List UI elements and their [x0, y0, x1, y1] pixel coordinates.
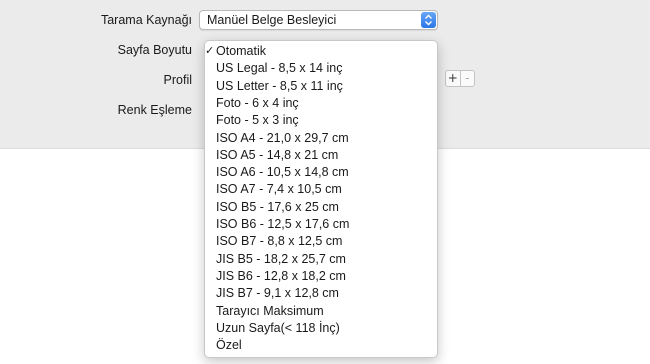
profile-stepper: + - — [445, 70, 475, 87]
page-size-menu-item[interactable]: ISO A4 - 21,0 x 29,7 cm — [205, 130, 437, 147]
page-size-menu-item[interactable]: Uzun Sayfa(< 118 İnç) — [205, 320, 437, 337]
menu-item-label: Tarayıcı Maksimum — [216, 303, 324, 318]
menu-item-label: JIS B5 - 18,2 x 25,7 cm — [216, 251, 346, 266]
menu-item-label: Özel — [216, 338, 242, 353]
source-label: Tarama Kaynağı — [100, 13, 192, 27]
menu-item-label: Uzun Sayfa(< 118 İnç) — [216, 320, 340, 335]
color-match-label: Renk Eşleme — [117, 103, 192, 117]
page-size-menu-item[interactable]: Tarayıcı Maksimum — [205, 303, 437, 320]
source-popup-button[interactable]: Manüel Belge Besleyici — [199, 10, 438, 30]
menu-item-label: Foto - 5 x 3 inç — [216, 113, 299, 128]
menu-item-label: ISO A5 - 14,8 x 21 cm — [216, 147, 339, 162]
add-profile-button[interactable]: + — [446, 71, 461, 86]
page-size-menu-item[interactable]: ISO A5 - 14,8 x 21 cm — [205, 147, 437, 164]
menu-item-label: Otomatik — [216, 44, 267, 58]
page-size-menu-item[interactable]: JIS B5 - 18,2 x 25,7 cm — [205, 251, 437, 268]
menu-item-label: ISO B5 - 17,6 x 25 cm — [216, 199, 339, 214]
page-size-menu-item[interactable]: ISO B5 - 17,6 x 25 cm — [205, 199, 437, 216]
menu-item-label: US Legal - 8,5 x 14 inç — [216, 61, 343, 76]
menu-item-label: JIS B6 - 12,8 x 18,2 cm — [216, 268, 346, 283]
menu-item-label: JIS B7 - 9,1 x 12,8 cm — [216, 286, 339, 301]
page-size-label: Sayfa Boyutu — [117, 43, 192, 57]
page-size-menu-item[interactable]: ISO A7 - 7,4 x 10,5 cm — [205, 181, 437, 198]
menu-item-label: US Letter - 8,5 x 11 inç — [216, 78, 343, 93]
page-size-menu-item[interactable]: ✓ Otomatik — [205, 43, 437, 60]
profile-label: Profil — [163, 73, 192, 87]
page-size-menu-item[interactable]: ISO B6 - 12,5 x 17,6 cm — [205, 216, 437, 233]
source-popup-value: Manüel Belge Besleyici — [207, 13, 337, 27]
page-size-menu-item[interactable]: US Legal - 8,5 x 14 inç — [205, 60, 437, 77]
menu-item-label: Foto - 6 x 4 inç — [216, 95, 299, 110]
menu-item-label: ISO B7 - 8,8 x 12,5 cm — [216, 234, 343, 249]
remove-profile-button[interactable]: - — [461, 71, 475, 86]
page-size-menu-item[interactable]: Özel — [205, 337, 437, 354]
page-size-menu-item[interactable]: Foto - 6 x 4 inç — [205, 95, 437, 112]
up-down-chevron-icon — [421, 12, 436, 28]
page-size-menu-item[interactable]: ISO A6 - 10,5 x 14,8 cm — [205, 164, 437, 181]
page-size-menu: ✓ Otomatik US Legal - 8,5 x 14 inç US Lette… — [204, 40, 438, 358]
page-size-menu-item[interactable]: Foto - 5 x 3 inç — [205, 112, 437, 129]
menu-item-label: ISO A7 - 7,4 x 10,5 cm — [216, 182, 342, 197]
menu-item-label: ISO A6 - 10,5 x 14,8 cm — [216, 165, 349, 180]
menu-item-label: ISO A4 - 21,0 x 29,7 cm — [216, 130, 349, 145]
page-size-menu-item[interactable]: ISO B7 - 8,8 x 12,5 cm — [205, 233, 437, 250]
page-size-menu-item[interactable]: US Letter - 8,5 x 11 inç — [205, 78, 437, 95]
menu-item-label: ISO B6 - 12,5 x 17,6 cm — [216, 217, 350, 231]
page-size-menu-item[interactable]: JIS B7 - 9,1 x 12,8 cm — [205, 285, 437, 302]
page-size-menu-item[interactable]: JIS B6 - 12,8 x 18,2 cm — [205, 268, 437, 285]
